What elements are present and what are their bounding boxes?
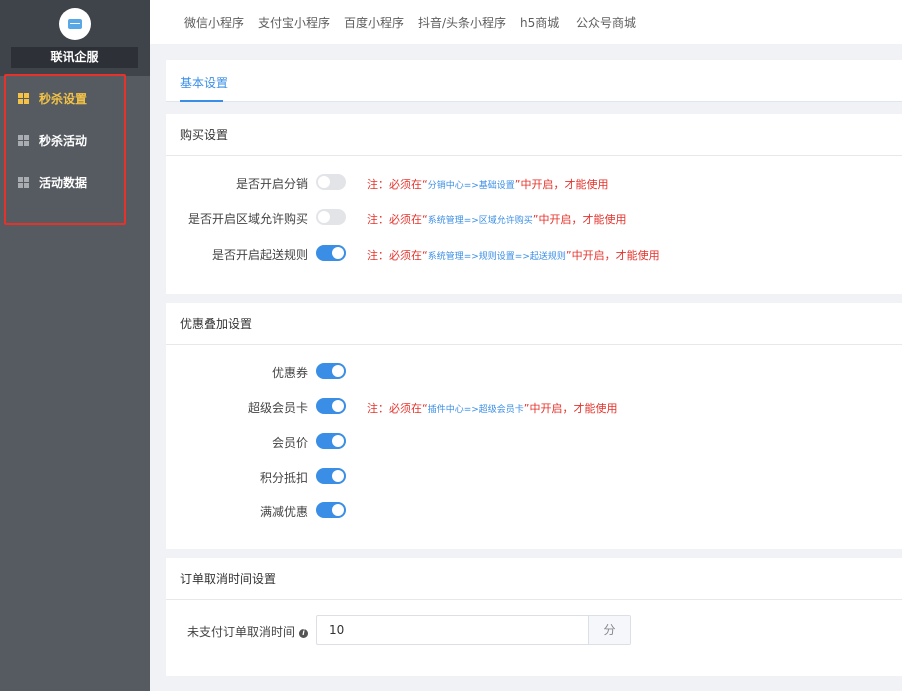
sidebar-item-seckill-activity[interactable]: 秒杀活动 [18,130,87,150]
order-cancel-card: 订单取消时间设置 未支付订单取消时间 i 10 分 [166,558,902,676]
distribution-toggle[interactable] [316,174,346,190]
cancel-time-input[interactable]: 10 [317,616,588,644]
grid-icon [18,134,29,146]
sidebar-item-label: 秒杀活动 [39,133,88,148]
sidebar-item-activity-data[interactable]: 活动数据 [18,172,87,192]
hint-note: 注：必须在“系统管理=>规则设置=>起送规则”中开启，才能使用 [367,247,660,263]
coupon-toggle[interactable] [316,363,346,379]
tab-basic-settings[interactable]: 基本设置 [180,74,228,91]
hint-suffix: ”中开启，才能使用 [514,178,609,191]
card-title: 购买设置 [166,114,902,156]
active-tab-indicator [180,100,223,102]
field-label: 是否开启起送规则 [211,248,308,262]
settings-tabs: 基本设置 [166,60,902,102]
cancel-time-input-group: 10 分 [316,615,631,645]
hint-note: 注：必须在“插件中心=>超级会员卡”中开启，才能使用 [367,400,618,416]
form-row-full-reduction: 满减优惠 [166,500,902,520]
hint-suffix: ”中开启，才能使用 [532,213,627,226]
hint-note: 注：必须在“系统管理=>区域允许购买”中开启，才能使用 [367,211,627,227]
tab-h5-mall[interactable]: h5商城 [520,14,559,31]
form-row-member-price: 会员价 [166,431,902,451]
form-row-cancel-time: 未支付订单取消时间 i 10 分 [166,615,902,645]
purchase-settings-card: 购买设置 是否开启分销 注：必须在“分销中心=>基础设置”中开启，才能使用 是否… [166,114,902,294]
discount-settings-card: 优惠叠加设置 优惠券 超级会员卡 注：必须在“插件中心=>超级会员卡”中开启，才… [166,303,902,549]
tab-wechat-miniprogram[interactable]: 微信小程序 [184,14,244,31]
hint-prefix: 注：必须在“ [367,402,428,415]
hint-path: 插件中心=>超级会员卡 [427,405,524,415]
toggle-knob [332,400,344,412]
hint-prefix: 注：必须在“ [367,178,428,191]
field-label: 满减优惠 [259,505,308,519]
field-label: 是否开启分销 [235,177,308,191]
tab-baidu-miniprogram[interactable]: 百度小程序 [344,14,404,31]
form-row-region-purchase: 是否开启区域允许购买 注：必须在“系统管理=>区域允许购买”中开启，才能使用 [166,207,902,227]
form-row-delivery-rule: 是否开启起送规则 注：必须在“系统管理=>规则设置=>起送规则”中开启，才能使用 [166,243,902,263]
field-label: 是否开启区域允许购买 [187,212,308,226]
hint-note: 注：必须在“分销中心=>基础设置”中开启，才能使用 [367,176,609,192]
field-label: 积分抵扣 [259,471,308,485]
sidebar-header: 联讯企服 [0,0,150,76]
member-price-toggle[interactable] [316,433,346,449]
form-row-coupon: 优惠券 [166,361,902,381]
toggle-knob [318,176,330,188]
unit-suffix: 分 [588,616,630,644]
field-label: 未支付订单取消时间 i [187,623,308,640]
toggle-knob [332,365,344,377]
hint-path: 系统管理=>区域允许购买 [427,216,533,226]
logo-icon [68,19,82,29]
sidebar-item-label: 活动数据 [39,175,88,190]
form-row-super-member-card: 超级会员卡 注：必须在“插件中心=>超级会员卡”中开启，才能使用 [166,396,902,416]
toggle-knob [332,435,344,447]
sidebar: 联讯企服 秒杀设置 秒杀活动 活动数据 [0,0,150,691]
hint-path: 系统管理=>规则设置=>起送规则 [427,252,566,262]
hint-path: 分销中心=>基础设置 [427,181,515,191]
hint-suffix: ”中开启，才能使用 [523,402,618,415]
hint-prefix: 注：必须在“ [367,249,428,262]
region-purchase-toggle[interactable] [316,209,346,225]
form-row-distribution: 是否开启分销 注：必须在“分销中心=>基础设置”中开启，才能使用 [166,172,902,192]
app-logo [59,8,91,40]
field-label: 会员价 [271,436,308,450]
toggle-knob [332,504,344,516]
toggle-knob [332,247,344,259]
field-label: 超级会员卡 [247,401,308,415]
top-nav: 微信小程序 支付宝小程序 百度小程序 抖音/头条小程序 h5商城 公众号商城 [150,0,902,44]
info-icon[interactable]: i [299,629,308,638]
card-title: 订单取消时间设置 [166,558,902,600]
super-member-card-toggle[interactable] [316,398,346,414]
tab-douyin-miniprogram[interactable]: 抖音/头条小程序 [418,14,506,31]
hint-suffix: ”中开启，才能使用 [565,249,660,262]
full-reduction-toggle[interactable] [316,502,346,518]
brand-name: 联讯企服 [11,47,138,68]
tab-alipay-miniprogram[interactable]: 支付宝小程序 [258,14,330,31]
grid-icon [18,92,29,104]
toggle-knob [318,211,330,223]
sidebar-item-seckill-settings[interactable]: 秒杀设置 [18,88,87,108]
tab-official-account-mall[interactable]: 公众号商城 [576,14,636,31]
hint-prefix: 注：必须在“ [367,213,428,226]
card-title: 优惠叠加设置 [166,303,902,345]
field-label: 优惠券 [271,366,308,380]
points-deduction-toggle[interactable] [316,468,346,484]
grid-icon [18,176,29,188]
field-label-text: 未支付订单取消时间 [186,625,295,639]
toggle-knob [332,470,344,482]
sidebar-item-label: 秒杀设置 [39,91,88,106]
form-row-points-deduction: 积分抵扣 [166,466,902,486]
delivery-rule-toggle[interactable] [316,245,346,261]
